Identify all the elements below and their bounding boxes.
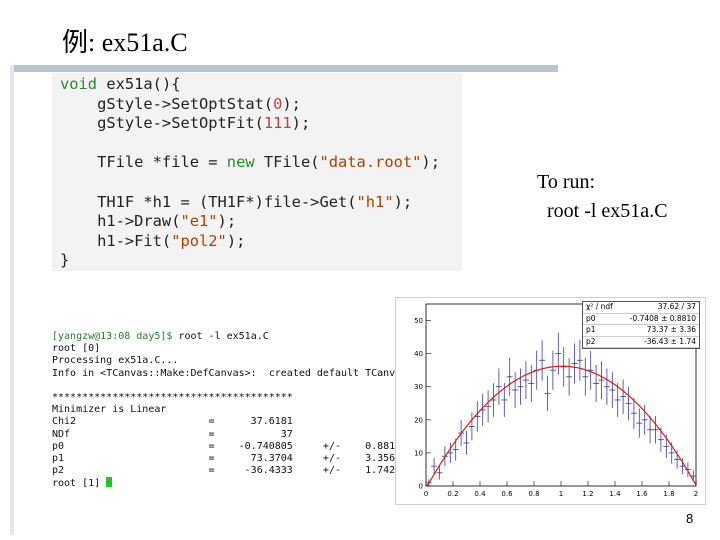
code-line: h1->Draw("e1");	[60, 212, 237, 231]
terminal-line: root [0]	[52, 343, 101, 355]
x-tick-label: 1.2	[582, 490, 593, 498]
stat-value: -0.7408 ± 0.8810	[629, 313, 696, 323]
stat-row: p1 73.37 ± 3.36	[583, 325, 699, 337]
stat-name: χ² / ndf	[586, 302, 613, 311]
terminal-line: Minimizer is Linear	[52, 404, 167, 416]
code-line: TH1F *h1 = (TH1F*)file->Get("h1");	[60, 192, 413, 211]
code-token: void	[60, 75, 98, 93]
stat-value: -36.43 ± 1.74	[644, 336, 696, 346]
left-margin-bar	[10, 65, 14, 535]
terminal-prompt: [yangzw@13:08 day5]$	[52, 331, 173, 342]
code-line: TFile *file = new TFile("data.root");	[60, 153, 440, 172]
code-line: gStyle->SetOptFit(111);	[60, 114, 311, 133]
code-token: "h1"	[356, 192, 394, 211]
code-token: 111	[263, 114, 292, 133]
terminal-line: Chi2 = 37.6181	[52, 416, 293, 428]
terminal-output: [yangzw@13:08 day5]$ root -l ex51a.C roo…	[52, 331, 397, 493]
x-tick-label: 0.2	[447, 490, 458, 498]
stat-row: χ² / ndf 37.62 / 37	[583, 302, 699, 314]
x-tick-label: 1.6	[636, 490, 648, 498]
stat-row: p2 -36.43 ± 1.74	[583, 337, 699, 349]
y-tick-label: 0	[419, 483, 423, 491]
y-tick-label: 50	[414, 317, 423, 325]
run-command: root -l ex51a.C	[537, 200, 668, 222]
y-tick-label: 30	[414, 383, 423, 391]
stat-value: 73.37 ± 3.36	[646, 325, 696, 335]
code-listing: void ex51a(){ gStyle->SetOptStat(0); gSt…	[52, 73, 462, 271]
y-tick-label: 10	[414, 449, 423, 457]
stat-row: p0 -0.7408 ± 0.8810	[583, 314, 699, 326]
x-tick-label: 1	[559, 490, 563, 498]
terminal-command: root -l ex51a.C	[172, 331, 269, 342]
x-tick-label: 0.8	[528, 490, 539, 498]
terminal-line: Info in <TCanvas::Make:DefCanvas>: creat…	[52, 367, 396, 379]
terminal-line: NDf = 37	[52, 428, 293, 440]
terminal-line-command: [yangzw@13:08 day5]$ root -l ex51a.C	[52, 331, 397, 343]
code-token: new	[226, 153, 255, 172]
x-tick-label: 0.4	[474, 490, 486, 498]
x-tick-label: 0	[424, 490, 428, 498]
terminal-line: Processing ex51a.C...	[52, 355, 179, 367]
terminal-line: p1 = 73.3704 +/- 3.35622	[52, 452, 397, 464]
terminal-line: ****************************************	[52, 391, 293, 403]
code-line: gStyle->SetOptStat(0);	[60, 94, 301, 113]
fit-stats-box: χ² / ndf 37.62 / 37 p0 -0.7408 ± 0.8810 p1…	[582, 301, 700, 349]
code-token: "pol2"	[171, 231, 227, 250]
code-line: h1->Fit("pol2");	[60, 231, 246, 250]
x-tick-label: 1.8	[663, 490, 674, 498]
title-underline	[10, 65, 558, 72]
y-tick-label: 20	[414, 416, 423, 424]
y-tick-label: 40	[414, 350, 423, 358]
code-token: "e1"	[180, 212, 218, 231]
code-token: "data.root"	[319, 153, 422, 172]
code-text: void ex51a(){ gStyle->SetOptStat(0); gSt…	[60, 75, 440, 271]
terminal-prompt-root: root [1]	[52, 478, 107, 490]
code-line: }	[60, 251, 70, 270]
slide-title: 例: ex51a.C	[62, 28, 188, 57]
code-token: 0	[273, 94, 283, 113]
page-number: 8	[686, 511, 694, 526]
run-label: To run:	[537, 171, 596, 193]
stat-value: 37.62 / 37	[657, 302, 696, 311]
code-line: void ex51a(){	[60, 75, 181, 93]
terminal-cursor	[106, 477, 113, 488]
stat-name: p0	[586, 313, 596, 323]
x-tick-label: 1.4	[609, 490, 621, 498]
x-tick-label: 2	[694, 490, 698, 498]
terminal-line: p0 = -0.740805 +/- 0.88101	[52, 440, 397, 452]
run-instructions: To run: root -l ex51a.C	[537, 168, 668, 226]
terminal-line-last: root [1]	[52, 477, 397, 489]
terminal-line: p2 = -36.4333 +/- 1.74269	[52, 465, 397, 477]
x-tick-label: 0.6	[501, 490, 513, 498]
stat-name: p1	[586, 325, 596, 335]
stat-name: p2	[586, 336, 596, 346]
